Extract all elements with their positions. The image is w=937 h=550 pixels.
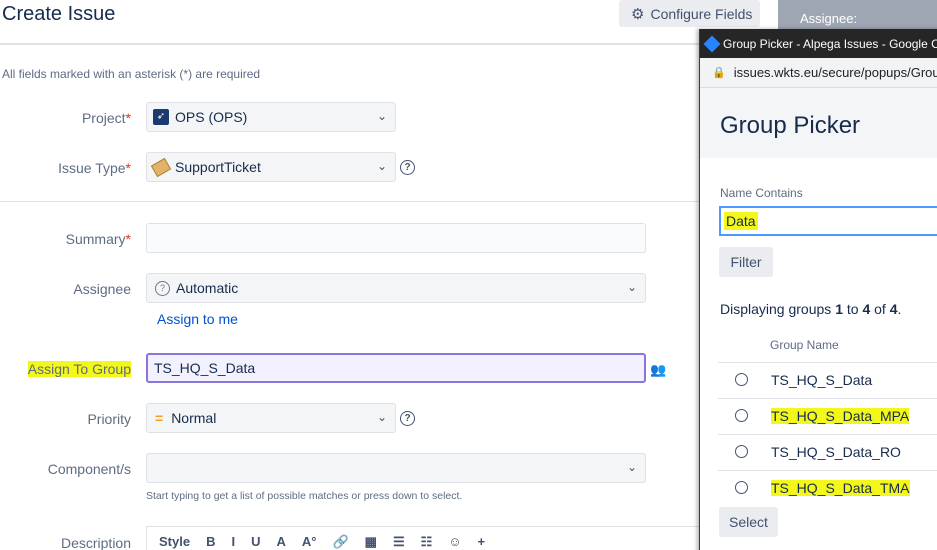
- table-icon[interactable]: ▦: [365, 534, 377, 550]
- priority-label: Priority: [87, 411, 131, 427]
- components-hint: Start typing to get a list of possible m…: [146, 490, 463, 502]
- chevron-down-icon: ⌄: [376, 410, 387, 424]
- emoji-icon[interactable]: ☺: [448, 534, 461, 549]
- chevron-down-icon: ⌄: [376, 109, 387, 123]
- configure-fields-button[interactable]: ⚙ Configure Fields: [619, 0, 760, 27]
- summary-label: Summary*: [65, 231, 131, 247]
- summary-input[interactable]: [146, 223, 646, 253]
- components-select[interactable]: ⌄: [146, 453, 646, 483]
- row-divider: [718, 470, 937, 471]
- project-label: Project*: [81, 110, 131, 126]
- background-assignee-strip: Assignee:: [778, 0, 937, 30]
- priority-normal-icon: =: [155, 410, 164, 426]
- background-assignee-label: Assignee:: [800, 11, 858, 26]
- group-picker-window: Group Picker - Alpega Issues - Google Ch…: [699, 29, 937, 550]
- configure-fields-label: Configure Fields: [650, 5, 753, 22]
- link-icon[interactable]: 🔗: [332, 534, 348, 550]
- displaying-groups-text: Displaying groups 1 to 4 of 4.: [720, 301, 902, 317]
- section-divider: [0, 201, 700, 202]
- jira-logo-icon: [703, 35, 721, 52]
- help-icon[interactable]: ?: [400, 411, 415, 426]
- style-menu[interactable]: Style: [159, 534, 190, 549]
- group-picker-icon[interactable]: 👥: [650, 362, 666, 378]
- row-divider: [718, 434, 937, 435]
- bullet-list-icon[interactable]: ☰: [393, 534, 405, 550]
- lock-icon: 🔒: [712, 67, 726, 79]
- address-bar[interactable]: 🔒 issues.wkts.eu/secure/popups/GroupPick…: [700, 58, 937, 88]
- assignee-label: Assignee: [73, 281, 131, 297]
- insert-more-icon[interactable]: +: [478, 534, 486, 549]
- name-contains-value: Data: [724, 212, 758, 230]
- priority-select[interactable]: = Normal ⌄: [146, 403, 396, 433]
- numbered-list-icon[interactable]: ☷: [421, 534, 433, 550]
- unknown-user-icon: ?: [155, 280, 170, 296]
- header-divider: [0, 43, 700, 45]
- window-title-bar: Group Picker - Alpega Issues - Google Ch…: [700, 29, 937, 58]
- italic-button[interactable]: I: [231, 534, 235, 549]
- help-icon[interactable]: ?: [400, 160, 415, 175]
- text-effects-button[interactable]: A°: [302, 534, 317, 549]
- name-contains-input[interactable]: Data: [719, 206, 937, 236]
- group-name-header: Group Name: [770, 338, 839, 352]
- assign-to-group-label: Assign To Group: [27, 361, 131, 377]
- group-radio[interactable]: [735, 445, 748, 458]
- group-name[interactable]: TS_HQ_S_Data: [771, 372, 872, 388]
- chevron-down-icon: ⌄: [626, 460, 637, 474]
- name-contains-label: Name Contains: [720, 186, 803, 200]
- dialog-title: Create Issue: [2, 3, 116, 25]
- assign-to-group-input[interactable]: TS_HQ_S_Data: [146, 353, 646, 383]
- chevron-down-icon: ⌄: [376, 159, 387, 173]
- group-name[interactable]: TS_HQ_S_Data_TMA: [771, 480, 910, 496]
- row-divider: [718, 398, 937, 399]
- popup-title: Group Picker: [720, 112, 861, 139]
- components-label: Component/s: [47, 461, 131, 477]
- issue-type-value: SupportTicket: [175, 159, 261, 175]
- group-name[interactable]: TS_HQ_S_Data_RO: [771, 444, 901, 460]
- assignee-value: Automatic: [176, 280, 239, 296]
- project-select[interactable]: ➶ OPS (OPS) ⌄: [146, 102, 396, 132]
- description-toolbar: Style B I U A A° 🔗 ▦ ☰ ☷ ☺ +: [146, 526, 701, 550]
- assignee-select[interactable]: ? Automatic ⌄: [146, 273, 646, 303]
- group-radio[interactable]: [735, 409, 748, 422]
- chevron-down-icon: ⌄: [626, 280, 637, 294]
- required-note: All fields marked with an asterisk (*) a…: [2, 67, 261, 81]
- description-label: Description: [60, 535, 131, 550]
- select-button[interactable]: Select: [719, 507, 778, 537]
- ticket-icon: [150, 157, 172, 177]
- underline-button[interactable]: U: [251, 534, 260, 549]
- rocket-icon: ➶: [153, 109, 169, 125]
- filter-button[interactable]: Filter: [719, 247, 773, 277]
- issue-type-select[interactable]: SupportTicket ⌄: [146, 152, 396, 182]
- window-title: Group Picker - Alpega Issues - Google Ch…: [723, 36, 937, 51]
- group-radio[interactable]: [735, 373, 748, 386]
- row-divider: [718, 362, 937, 363]
- text-color-button[interactable]: A: [276, 534, 285, 549]
- gear-icon: ⚙: [631, 5, 645, 23]
- priority-value: Normal: [171, 410, 217, 426]
- bold-button[interactable]: B: [206, 534, 215, 549]
- group-radio[interactable]: [735, 481, 748, 494]
- assign-to-me-link[interactable]: Assign to me: [157, 311, 238, 327]
- issue-type-label: Issue Type*: [58, 160, 131, 176]
- project-value: OPS (OPS): [175, 109, 248, 125]
- url-text: issues.wkts.eu/secure/popups/GroupPicker…: [733, 65, 937, 80]
- group-name[interactable]: TS_HQ_S_Data_MPA: [771, 408, 910, 424]
